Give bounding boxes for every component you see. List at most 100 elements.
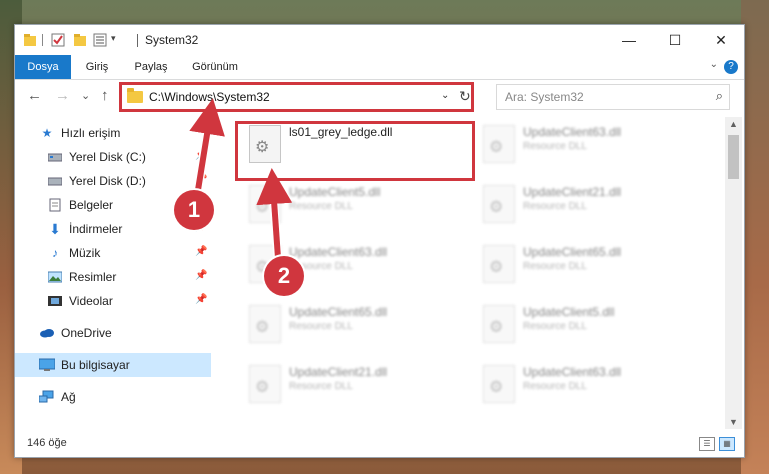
- dll-file-icon: [483, 365, 515, 403]
- close-button[interactable]: ✕: [698, 25, 744, 55]
- drive-icon: [47, 173, 63, 189]
- up-button[interactable]: ↑: [101, 87, 109, 104]
- sidebar-item-label: Resimler: [69, 270, 117, 284]
- folder-icon[interactable]: [23, 33, 37, 47]
- address-path[interactable]: C:\Windows\System32: [149, 90, 270, 104]
- title-bar: ▾ System32 — ☐ ✕: [15, 25, 744, 55]
- new-folder-icon[interactable]: [73, 33, 87, 47]
- search-icon[interactable]: ⌕: [716, 88, 723, 104]
- sidebar-item-local-disk-c[interactable]: Yerel Disk (C:) 📌: [15, 145, 211, 169]
- file-item[interactable]: UpdateClient63.dll Resource DLL: [477, 123, 707, 173]
- file-item[interactable]: UpdateClient5.dll Resource DLL: [243, 183, 473, 233]
- navigation-bar: ← → ⌄ ↑ C:\Windows\System32 ⌄ ↻ Ara: Sys…: [15, 80, 744, 116]
- minimize-button[interactable]: —: [606, 25, 652, 55]
- title-separator: [137, 34, 138, 47]
- download-icon: ⬇: [49, 220, 61, 237]
- rename-icon[interactable]: [93, 33, 107, 47]
- file-name: UpdateClient5.dll: [289, 185, 381, 199]
- file-name: ls01_grey_ledge.dll: [289, 125, 393, 139]
- file-type: Resource DLL: [523, 201, 587, 212]
- folder-icon: [127, 88, 143, 103]
- recent-locations-button[interactable]: ⌄: [81, 89, 90, 102]
- file-item-ls01-grey-ledge[interactable]: ls01_grey_ledge.dll: [243, 123, 473, 173]
- file-name: UpdateClient65.dll: [289, 305, 388, 319]
- dll-file-icon: [483, 125, 515, 163]
- file-type: Resource DLL: [523, 321, 587, 332]
- search-box[interactable]: Ara: System32 ⌕: [496, 84, 730, 110]
- expand-ribbon-chevron-icon[interactable]: ⌄: [710, 59, 718, 70]
- computer-icon: [39, 357, 55, 373]
- maximize-button[interactable]: ☐: [652, 25, 698, 55]
- file-item[interactable]: UpdateClient21.dll Resource DLL: [477, 183, 707, 233]
- large-icons-view-icon[interactable]: ▦: [719, 437, 735, 451]
- tab-home[interactable]: Giriş: [77, 55, 117, 79]
- sidebar-item-label: Müzik: [69, 246, 101, 260]
- sidebar-item-label: Videolar: [69, 294, 113, 308]
- file-item[interactable]: UpdateClient21.dll Resource DLL: [243, 363, 473, 413]
- sidebar-item-music[interactable]: ♪ Müzik 📌: [15, 241, 211, 265]
- dll-file-icon: [249, 365, 281, 403]
- tab-view[interactable]: Görünüm: [185, 55, 245, 79]
- dll-file-icon: [249, 185, 281, 223]
- properties-icon[interactable]: [51, 33, 65, 47]
- step-2-badge: 2: [264, 256, 304, 296]
- customize-toolbar-chevron-icon[interactable]: ▾: [111, 33, 116, 44]
- dll-file-icon: [483, 305, 515, 343]
- scroll-thumb[interactable]: [728, 135, 739, 179]
- file-item[interactable]: UpdateClient63.dll Resource DLL: [477, 363, 707, 413]
- details-view-icon[interactable]: ☰: [699, 437, 715, 451]
- tab-share[interactable]: Paylaş: [127, 55, 175, 79]
- dll-file-icon: [249, 305, 281, 343]
- scroll-up-icon[interactable]: ▲: [729, 119, 738, 129]
- toolbar-separator: [42, 34, 43, 46]
- sidebar-item-label: Hızlı erişim: [61, 126, 121, 140]
- search-input[interactable]: Ara: System32: [505, 90, 584, 104]
- file-name: UpdateClient63.dll: [289, 245, 388, 259]
- vertical-scrollbar[interactable]: ▲ ▼: [725, 117, 742, 429]
- sidebar-item-label: OneDrive: [61, 326, 112, 340]
- file-name: UpdateClient21.dll: [523, 185, 622, 199]
- star-icon: ★: [41, 126, 53, 140]
- address-bar[interactable]: C:\Windows\System32 ⌄ ↻: [121, 84, 474, 112]
- pin-icon: 📌: [195, 246, 208, 257]
- file-item[interactable]: UpdateClient65.dll Resource DLL: [477, 243, 707, 293]
- music-icon: ♪: [52, 246, 58, 260]
- sidebar-item-label: İndirmeler: [69, 222, 123, 236]
- pictures-icon: [47, 269, 63, 285]
- refresh-icon[interactable]: ↻: [459, 88, 471, 105]
- file-type: Resource DLL: [523, 141, 587, 152]
- window-title: System32: [145, 33, 199, 47]
- pin-icon: 📌: [195, 270, 208, 281]
- address-dropdown-chevron-icon[interactable]: ⌄: [441, 90, 449, 101]
- sidebar-item-label: Yerel Disk (D:): [69, 174, 146, 188]
- back-button[interactable]: ←: [27, 87, 42, 104]
- sidebar-item-pictures[interactable]: Resimler 📌: [15, 265, 211, 289]
- sidebar-item-videos[interactable]: Videolar 📌: [15, 289, 211, 313]
- sidebar-item-this-pc[interactable]: Bu bilgisayar: [15, 353, 211, 377]
- file-item[interactable]: UpdateClient5.dll Resource DLL: [477, 303, 707, 353]
- file-type: Resource DLL: [289, 381, 353, 392]
- tab-file[interactable]: Dosya: [15, 55, 71, 79]
- status-bar: 146 öğe ☰ ▦: [15, 431, 744, 457]
- sidebar-item-label: Ağ: [61, 390, 76, 404]
- drive-icon: [47, 149, 63, 165]
- sidebar-item-local-disk-d[interactable]: Yerel Disk (D:) 📌: [15, 169, 211, 193]
- sidebar-item-label: Belgeler: [69, 198, 114, 212]
- scroll-down-icon[interactable]: ▼: [729, 417, 738, 427]
- sidebar-item-quick-access[interactable]: ★ Hızlı erişim: [15, 121, 211, 145]
- sidebar-item-network[interactable]: Ağ: [15, 385, 211, 409]
- sidebar-item-label: Bu bilgisayar: [61, 358, 130, 372]
- cloud-icon: [39, 325, 55, 341]
- dll-file-icon: [483, 185, 515, 223]
- file-type: Resource DLL: [289, 321, 353, 332]
- file-name: UpdateClient21.dll: [289, 365, 388, 379]
- file-name: UpdateClient63.dll: [523, 125, 622, 139]
- help-icon[interactable]: ?: [724, 60, 738, 74]
- sidebar-item-onedrive[interactable]: OneDrive: [15, 321, 211, 345]
- dll-file-icon: [483, 245, 515, 283]
- document-icon: [47, 197, 63, 213]
- forward-button[interactable]: →: [55, 87, 70, 104]
- file-name: UpdateClient63.dll: [523, 365, 622, 379]
- file-type: Resource DLL: [523, 381, 587, 392]
- file-item[interactable]: UpdateClient65.dll Resource DLL: [243, 303, 473, 353]
